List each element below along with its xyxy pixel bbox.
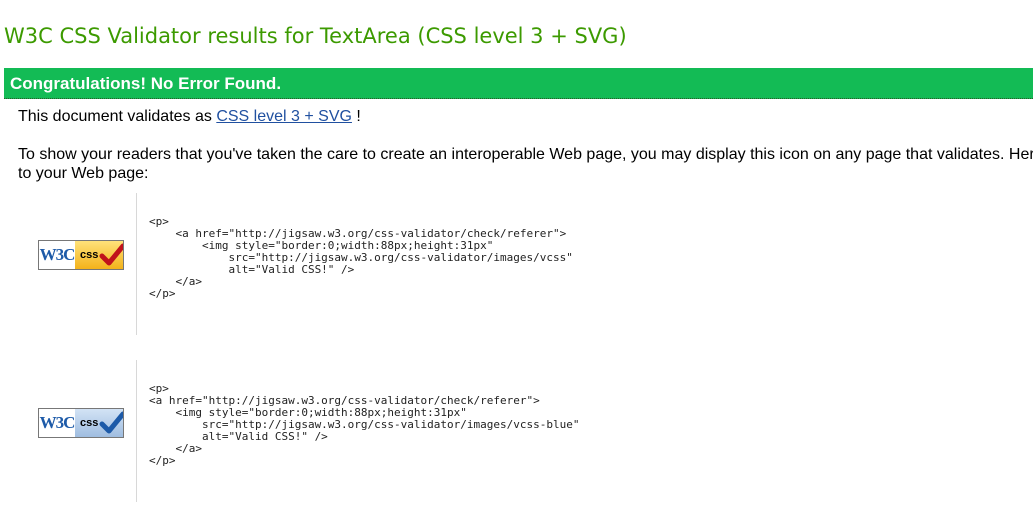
validation-suffix: ! bbox=[351, 108, 361, 125]
checkmark-icon bbox=[99, 243, 123, 266]
css-label-text: css bbox=[80, 417, 99, 429]
css-label: css bbox=[75, 241, 123, 269]
code-block: <p> <a href="http://jigsaw.w3.org/css-va… bbox=[149, 382, 580, 467]
badge-code-snippet-blue: <p> <a href="http://jigsaw.w3.org/css-va… bbox=[136, 360, 736, 502]
page-title: W3C CSS Validator results for TextArea (… bbox=[4, 24, 627, 48]
badge-code-snippet-gold: <p> <a href="http://jigsaw.w3.org/css-va… bbox=[136, 193, 736, 335]
css-label-text: css bbox=[80, 249, 99, 261]
info-line-2: to your Web page: bbox=[18, 165, 149, 182]
validation-prefix: This document validates as bbox=[18, 108, 217, 125]
css-level-link[interactable]: CSS level 3 + SVG bbox=[216, 108, 352, 125]
success-banner: Congratulations! No Error Found. bbox=[4, 68, 1033, 99]
css-label: css bbox=[75, 409, 123, 437]
w3c-logo: W3C bbox=[39, 241, 75, 269]
w3c-logo: W3C bbox=[39, 409, 75, 437]
code-block: <p> <a href="http://jigsaw.w3.org/css-va… bbox=[149, 215, 573, 300]
validation-message: This document validates as CSS level 3 +… bbox=[18, 108, 361, 126]
valid-css-badge-gold[interactable]: W3C css bbox=[38, 240, 124, 270]
valid-css-badge-blue[interactable]: W3C css bbox=[38, 408, 124, 438]
info-line-1: To show your readers that you've taken t… bbox=[18, 146, 1033, 163]
info-paragraph: To show your readers that you've taken t… bbox=[18, 145, 1033, 183]
checkmark-icon bbox=[99, 411, 123, 434]
